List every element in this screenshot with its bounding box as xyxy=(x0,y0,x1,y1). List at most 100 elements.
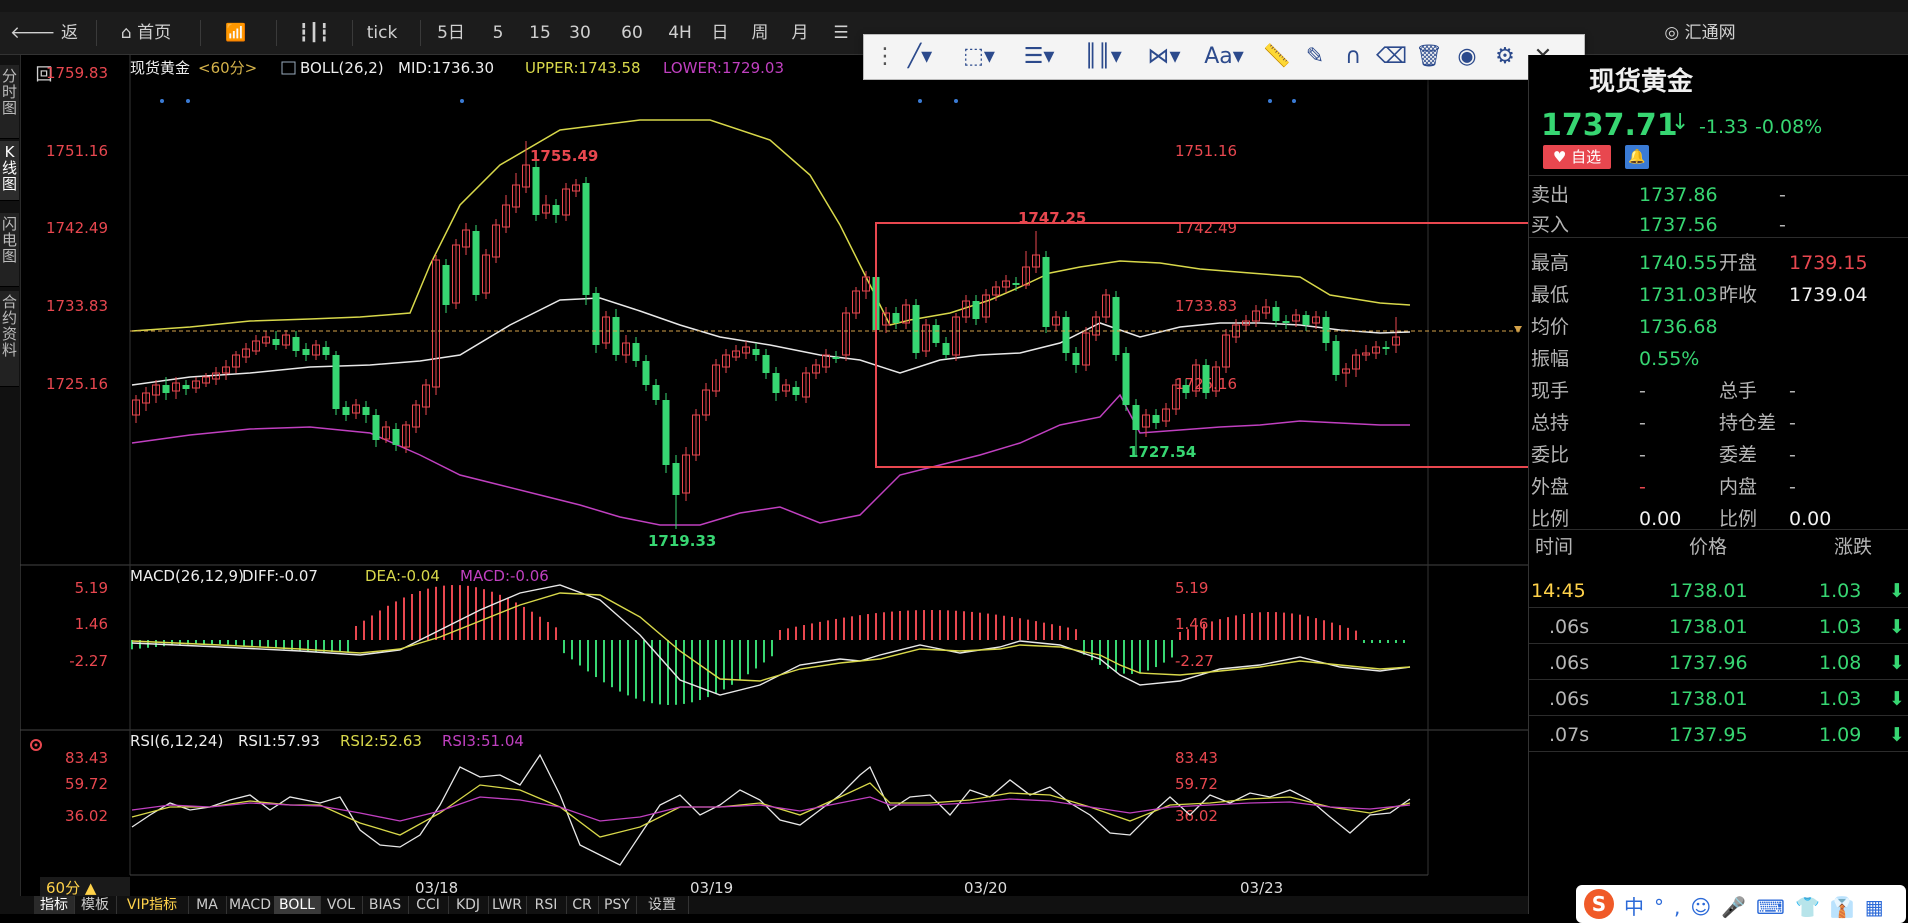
down-arrow-icon: ⬇ xyxy=(1889,688,1905,710)
period-month[interactable]: 月 xyxy=(780,12,820,54)
candle-body xyxy=(942,343,950,355)
pattern-tool-icon[interactable]: ⋈▾ xyxy=(1139,43,1189,71)
period-15[interactable]: 15 xyxy=(520,12,560,54)
quote-row-value: 1737.56 xyxy=(1639,214,1718,236)
bell-icon[interactable]: 🔔 xyxy=(1625,145,1649,169)
stat-value: 1740.55 xyxy=(1639,252,1718,274)
candle-body xyxy=(472,231,480,295)
macd-dea: DEA:-0.04 xyxy=(365,567,440,585)
line-tool-icon[interactable]: ╱▾ xyxy=(898,43,942,71)
tab-flash[interactable]: 闪电图 xyxy=(0,213,19,287)
stat-value2: 0.00 xyxy=(1789,508,1832,530)
period-30[interactable]: 30 xyxy=(560,12,600,54)
price-tick-left: 1733.83 xyxy=(46,297,108,315)
period-week[interactable]: 周 xyxy=(740,12,780,54)
eraser-icon[interactable]: ⌫ xyxy=(1376,43,1407,71)
low-annotation: 1719.33 xyxy=(648,532,716,550)
more-icon[interactable]: ☰ xyxy=(826,12,856,54)
tick-button[interactable]: tick xyxy=(356,12,408,54)
trash-icon[interactable]: 🗑 xyxy=(1414,43,1444,71)
pen-icon[interactable]: ✎ xyxy=(1300,43,1330,71)
candle-body xyxy=(372,415,380,440)
heart-icon: ♥ xyxy=(1552,148,1572,166)
stat-value2: - xyxy=(1789,412,1796,434)
indicator-tab[interactable]: VIP指标 xyxy=(116,896,189,914)
stat-value: - xyxy=(1639,476,1646,498)
candle-body xyxy=(792,387,800,395)
shape-tool-icon[interactable]: ⬚▾ xyxy=(954,43,1004,71)
stat-label: 最低 xyxy=(1531,284,1570,306)
stat-value2: - xyxy=(1789,380,1796,402)
indicator-tab[interactable]: 设置 xyxy=(636,896,689,914)
indicator-tab[interactable]: LWR xyxy=(488,896,527,914)
stat-value: 0.00 xyxy=(1639,508,1682,530)
candle-body xyxy=(272,339,280,345)
indicator-tab[interactable]: CR xyxy=(566,896,599,914)
indicator-tab[interactable]: 模板 xyxy=(74,896,117,914)
candle-body xyxy=(892,313,900,323)
stat-label: 最高 xyxy=(1531,252,1570,274)
candle-body xyxy=(832,357,840,359)
candlestick-icon[interactable]: ┇┃┇ xyxy=(284,12,344,54)
indicator-tab[interactable]: CCI xyxy=(408,896,449,914)
ime-icons[interactable]: 中°,☺🎤⌨👕👔▦ xyxy=(1624,891,1894,920)
price-tick-left: 1742.49 xyxy=(46,219,108,237)
indicator-tab[interactable]: PSY xyxy=(598,896,637,914)
title-strip xyxy=(0,0,1908,12)
drag-handle-icon[interactable]: ⋮ xyxy=(874,43,896,71)
channel-tool-icon[interactable]: ║║▾ xyxy=(1076,43,1130,71)
stat-label: 委比 xyxy=(1531,444,1570,466)
stat-value2: - xyxy=(1789,444,1796,466)
indicator-tab[interactable]: KDJ xyxy=(448,896,489,914)
ime-toolbar[interactable]: S 中°,☺🎤⌨👕👔▦ xyxy=(1576,885,1906,923)
magnet-icon[interactable]: ∩ xyxy=(1338,43,1368,71)
brand-logo: ◎ 汇通网 xyxy=(1664,23,1736,43)
rsi1-line xyxy=(131,753,1411,866)
candle-body xyxy=(1282,321,1290,323)
rsi-tick-left: 36.02 xyxy=(65,807,108,825)
period-5[interactable]: 5 xyxy=(480,12,516,54)
tick-time: .06s xyxy=(1549,688,1590,710)
indicator-tab[interactable]: RSI xyxy=(526,896,567,914)
macd-tick-right: -2.27 xyxy=(1175,652,1214,670)
back-button[interactable]: 🡐 返回 xyxy=(8,12,80,85)
favorite-button[interactable]: ♥ 自选 xyxy=(1543,145,1611,169)
period-4h[interactable]: 4H xyxy=(660,12,700,54)
indicator-tab[interactable]: 指标 xyxy=(34,896,75,914)
tick-price: 1738.01 xyxy=(1669,688,1748,710)
stat-value: - xyxy=(1639,444,1646,466)
tick-change: 1.09 xyxy=(1819,724,1862,746)
indicator-tab[interactable]: MACD xyxy=(226,896,275,914)
high-annotation: 1755.49 xyxy=(530,147,598,165)
fibonacci-tool-icon[interactable]: ☰▾ xyxy=(1014,43,1064,71)
tab-contract[interactable]: 合约资料 xyxy=(0,291,19,387)
quote-change-pct: -0.08% xyxy=(1755,116,1823,138)
ruler-icon[interactable]: 📏 xyxy=(1262,43,1292,71)
candle-body xyxy=(162,385,170,393)
eye-icon[interactable]: ◉ xyxy=(1452,43,1482,71)
text-tool-icon[interactable]: Aa▾ xyxy=(1199,43,1249,71)
stat-label2: 比例 xyxy=(1719,508,1758,530)
line-chart-icon[interactable]: 📶 xyxy=(206,12,266,54)
kline-chart[interactable]: 现货黄金 <60分> BOLL(26,2) MID:1736.30 UPPER:… xyxy=(20,55,1528,896)
home-button[interactable]: ⌂ 首页 xyxy=(104,12,188,54)
period-5day[interactable]: 5日 xyxy=(428,12,474,54)
period-day[interactable]: 日 xyxy=(700,12,740,54)
boll-settings-icon[interactable] xyxy=(281,61,296,75)
indicator-tab[interactable]: BOLL xyxy=(274,896,321,914)
candle-body xyxy=(582,183,590,295)
indicator-tab[interactable]: VOL xyxy=(320,896,363,914)
tab-kline[interactable]: K线图 xyxy=(0,141,19,201)
svg-text:03/18: 03/18 xyxy=(415,879,458,896)
price-tick-left: 1759.83 xyxy=(46,64,108,82)
candle-body xyxy=(332,355,340,409)
candle-body xyxy=(612,317,620,355)
gear-icon[interactable]: ⚙ xyxy=(1490,43,1520,71)
tab-timeshare[interactable]: 分时图 xyxy=(0,65,19,139)
quote-price: 1737.71 xyxy=(1541,108,1678,143)
indicator-tab[interactable]: MA xyxy=(188,896,227,914)
period-60[interactable]: 60 xyxy=(612,12,652,54)
rsi-tick-right: 59.72 xyxy=(1175,775,1218,793)
candle-body xyxy=(362,407,370,415)
indicator-tab[interactable]: BIAS xyxy=(362,896,409,914)
